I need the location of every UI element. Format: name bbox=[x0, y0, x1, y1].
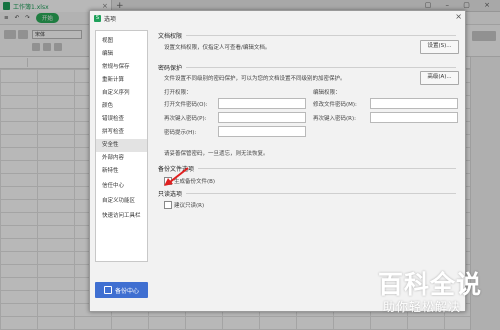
edit-password-input[interactable] bbox=[370, 98, 458, 109]
red-arrow-annotation bbox=[164, 167, 189, 186]
nav-item-external-content[interactable]: 外部内容 bbox=[96, 152, 147, 165]
open-password-confirm-input[interactable] bbox=[218, 112, 306, 123]
app-logo-icon: S bbox=[94, 15, 101, 22]
nav-item-view[interactable]: 视图 bbox=[96, 35, 147, 48]
doc-perm-heading: 文档权限 bbox=[158, 33, 183, 40]
nav-item-recalculate[interactable]: 重新计算 bbox=[96, 74, 147, 87]
doc-perm-settings-button[interactable]: 设置(S)... bbox=[420, 40, 459, 54]
pwd-notice: 请妥善保管密码，一旦遗忘，则无法恢复。 bbox=[164, 151, 269, 157]
nav-item-general-save[interactable]: 常规与保存 bbox=[96, 61, 147, 74]
backup-center-button[interactable]: 备份中心 bbox=[95, 282, 148, 298]
watermark-subtitle: 助你轻松解决 bbox=[383, 300, 462, 314]
nav-item-custom-lists[interactable]: 自定义序列 bbox=[96, 87, 147, 100]
nav-item-spell-check[interactable]: 拼写检查 bbox=[96, 126, 147, 139]
divider bbox=[186, 67, 456, 68]
advanced-button[interactable]: 高级(A)... bbox=[420, 71, 459, 85]
nav-item-customize-ribbon[interactable]: 自定义功能区 bbox=[96, 195, 147, 208]
nav-item-new-features[interactable]: 新特性 bbox=[96, 165, 147, 178]
close-icon[interactable]: × bbox=[455, 12, 462, 21]
password-hint-input[interactable] bbox=[218, 126, 306, 137]
nav-item-trust-center[interactable]: 信任中心 bbox=[96, 180, 147, 193]
doc-perm-desc: 设置文档权限，仅指定人可查看/编辑文档。 bbox=[164, 45, 271, 51]
readonly-checkbox-label: 建议只读(R) bbox=[174, 203, 205, 209]
nav-item-edit[interactable]: 编辑 bbox=[96, 48, 147, 61]
edit-perm-label: 编辑权限： bbox=[313, 90, 341, 96]
nav-item-quick-access[interactable]: 快速访问工具栏 bbox=[96, 210, 147, 223]
options-nav: 视图 编辑 常规与保存 重新计算 自定义序列 颜色 错误检查 拼写检查 安全性 … bbox=[95, 30, 148, 262]
divider bbox=[198, 168, 456, 169]
security-panel: 文档权限 设置文档权限，仅指定人可查看/编辑文档。 设置(S)... 密码保护 … bbox=[152, 30, 462, 300]
backup-icon bbox=[103, 286, 112, 294]
open-reenter-label: 再次键入密码(P): bbox=[164, 116, 207, 122]
edit-pwd-label: 修改文件密码(M): bbox=[313, 102, 357, 108]
divider bbox=[186, 193, 456, 194]
pwd-hint-label: 密码提示(H): bbox=[164, 130, 197, 136]
open-pwd-label: 打开文件密码(O): bbox=[164, 102, 208, 108]
backup-center-label: 备份中心 bbox=[114, 287, 139, 295]
readonly-checkbox[interactable] bbox=[164, 201, 172, 209]
nav-item-color[interactable]: 颜色 bbox=[96, 100, 147, 113]
open-perm-label: 打开权限： bbox=[164, 90, 192, 96]
pwd-protect-heading: 密码保护 bbox=[158, 65, 183, 72]
pwd-protect-desc: 文件设置不同级别的密码保护，可以为您的文档设置不同级别的加密保护。 bbox=[164, 76, 346, 82]
watermark-title: 百科全说 bbox=[378, 270, 483, 299]
dialog-titlebar: S 选项 bbox=[90, 11, 465, 26]
nav-item-error-check[interactable]: 错误检查 bbox=[96, 113, 147, 126]
divider bbox=[186, 35, 456, 36]
nav-item-security[interactable]: 安全性 bbox=[96, 139, 147, 152]
open-password-input[interactable] bbox=[218, 98, 306, 109]
dialog-title: 选项 bbox=[104, 16, 117, 23]
edit-reenter-label: 再次键入密码(R): bbox=[313, 116, 356, 122]
readonly-heading: 只读选项 bbox=[158, 191, 183, 198]
edit-password-confirm-input[interactable] bbox=[370, 112, 458, 123]
